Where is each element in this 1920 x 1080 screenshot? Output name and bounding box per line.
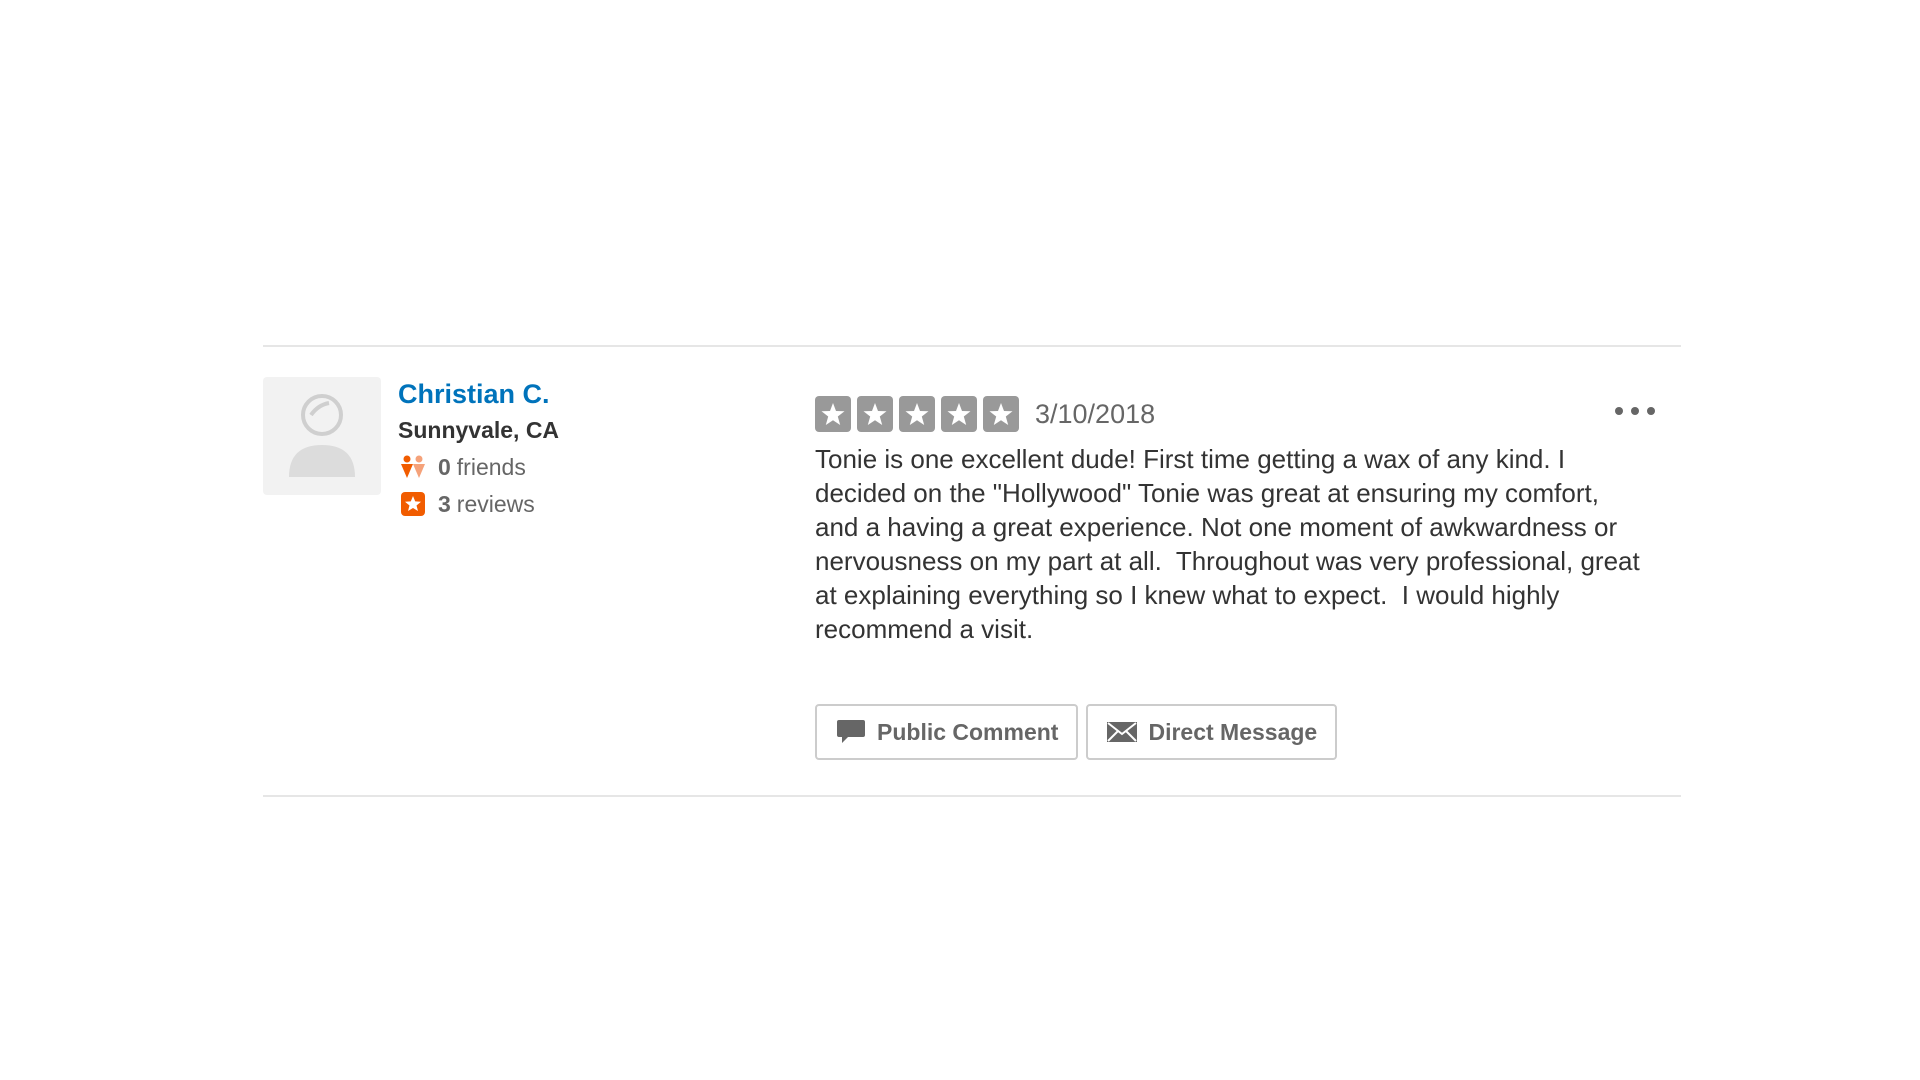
rating-star-icon	[857, 396, 893, 432]
friends-label: friends	[456, 453, 526, 480]
rating-star-icon	[983, 396, 1019, 432]
friends-stat: 0 friends	[398, 452, 559, 482]
default-user-avatar-icon	[289, 394, 355, 477]
more-options-icon[interactable]	[1615, 399, 1655, 423]
public-comment-button[interactable]: Public Comment	[815, 704, 1079, 760]
reviews-count: 3	[438, 490, 451, 517]
rating-star-icon	[815, 396, 851, 432]
user-location: Sunnyvale, CA	[398, 417, 560, 443]
reviews-label: reviews	[456, 490, 535, 517]
friends-icon	[398, 452, 428, 482]
friends-count: 0	[438, 453, 451, 480]
review-star-icon	[398, 489, 428, 519]
review-item: Christian C. Sunnyvale, CA 0 friends 3 r…	[263, 345, 1681, 797]
direct-message-label: Direct Message	[1148, 718, 1318, 745]
user-avatar[interactable]	[263, 377, 381, 495]
review-date: 3/10/2018	[1035, 398, 1156, 429]
envelope-icon	[1106, 716, 1138, 748]
review-text: Tonie is one excellent dude! First time …	[815, 444, 1647, 644]
review-actions: Public Comment Direct Message	[815, 704, 1345, 760]
speech-bubble-icon	[835, 716, 867, 748]
direct-message-button[interactable]: Direct Message	[1086, 704, 1338, 760]
user-info: Christian C. Sunnyvale, CA 0 friends 3 r…	[398, 377, 559, 519]
public-comment-label: Public Comment	[877, 718, 1059, 745]
rating-star-icon	[941, 396, 977, 432]
reviews-stat: 3 reviews	[398, 489, 559, 519]
rating-row: 3/10/2018	[815, 394, 1155, 434]
user-name-link[interactable]: Christian C.	[398, 377, 559, 411]
rating-star-icon	[899, 396, 935, 432]
